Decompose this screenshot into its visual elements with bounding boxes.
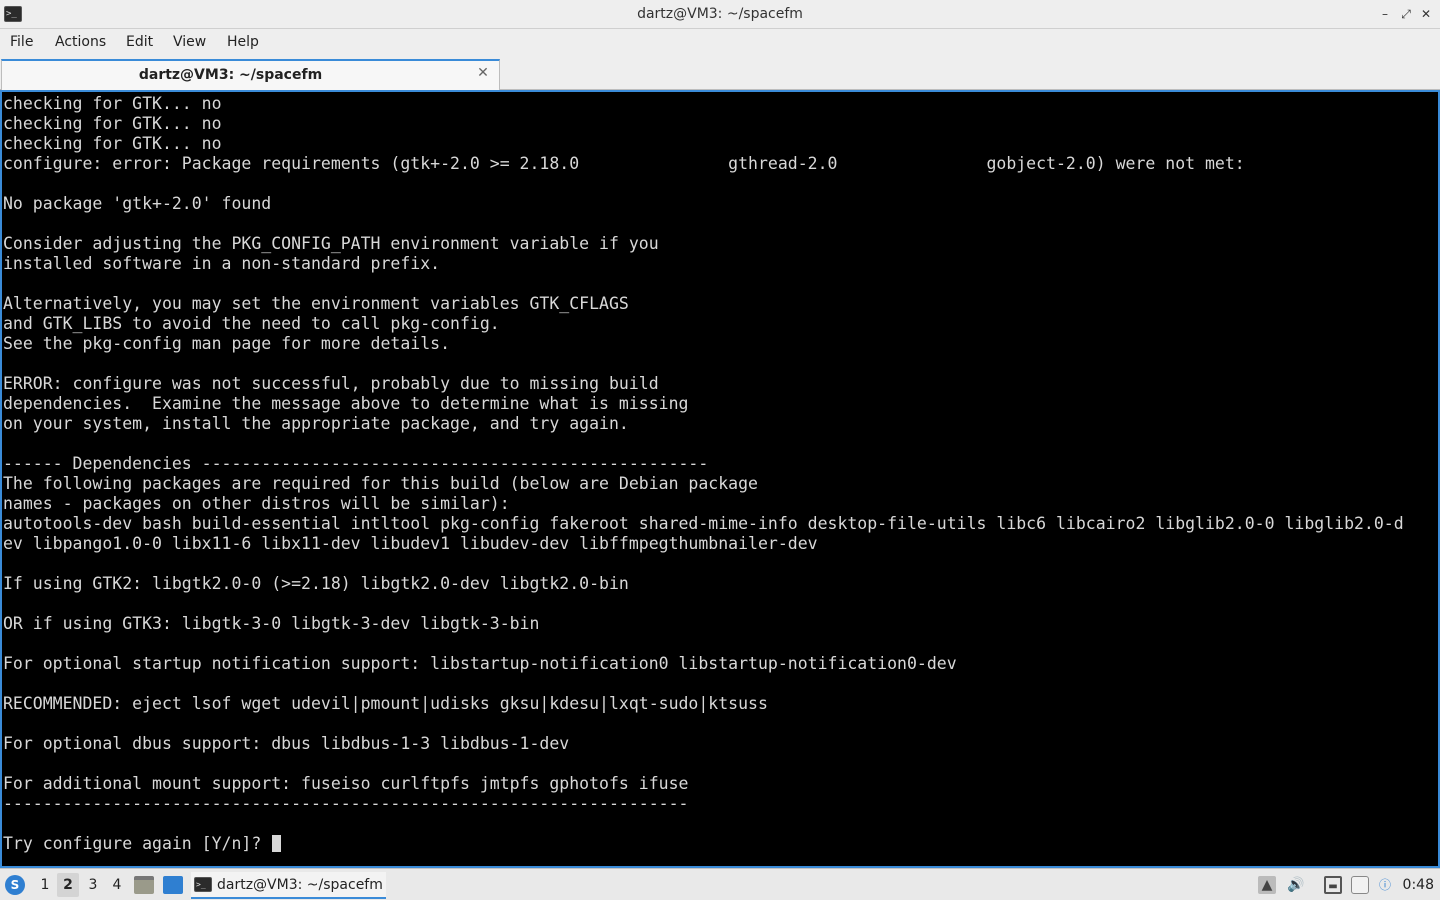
terminal-line-text: installed software in a non-standard pre…: [3, 254, 441, 273]
menu-actions[interactable]: Actions: [54, 29, 107, 56]
clipboard-icon[interactable]: [1351, 876, 1369, 894]
terminal-line: checking for GTK... no: [3, 114, 1438, 134]
workspace-4[interactable]: 4: [106, 873, 128, 897]
tab-close-icon[interactable]: ✕: [475, 65, 491, 81]
menu-edit[interactable]: Edit: [125, 29, 154, 56]
terminal-line-text: ERROR: configure was not successful, pro…: [3, 374, 659, 393]
terminal-line: autotools-dev bash build-essential intlt…: [3, 514, 1438, 534]
terminal-line-text: If using GTK2: libgtk2.0-0 (>=2.18) libg…: [3, 574, 629, 593]
terminal-line-text: dependencies. Examine the message above …: [3, 394, 689, 413]
terminal-line-text: For optional dbus support: dbus libdbus-…: [3, 734, 570, 753]
update-notifier-icon[interactable]: ⓘ: [1376, 876, 1394, 894]
terminal-line-text: ev libpango1.0-0 libx11-6 libx11-dev lib…: [3, 534, 818, 553]
terminal-line: ERROR: configure was not successful, pro…: [3, 374, 1438, 394]
terminal-icon: >_: [194, 877, 212, 892]
taskbar: S 1 2 3 4 >_ dartz@VM3: ~/spacefm ▲ 🔊 ▬ …: [0, 868, 1440, 900]
terminal-line: The following packages are required for …: [3, 474, 1438, 494]
terminal-line-text: checking for GTK... no: [3, 114, 222, 133]
terminal-line-text: See the pkg-config man page for more det…: [3, 334, 451, 353]
terminal-line-text: Consider adjusting the PKG_CONFIG_PATH e…: [3, 234, 659, 253]
terminal-line-text: configure: error: Package requirements (…: [3, 154, 1245, 173]
terminal-line-text: Alternatively, you may set the environme…: [3, 294, 629, 313]
task-label: dartz@VM3: ~/spacefm: [217, 877, 383, 893]
terminal-line: OR if using GTK3: libgtk-3-0 libgtk-3-de…: [3, 614, 1438, 634]
terminal-line-text: Try configure again [Y/n]?: [3, 834, 272, 853]
menu-view[interactable]: View: [172, 29, 207, 56]
terminal-line: No package 'gtk+-2.0' found: [3, 194, 1438, 214]
terminal-line-text: The following packages are required for …: [3, 474, 758, 493]
terminal-line: names - packages on other distros will b…: [3, 494, 1438, 514]
terminal-line: configure: error: Package requirements (…: [3, 154, 1438, 174]
terminal-line: ------ Dependencies --------------------…: [3, 454, 1438, 474]
terminal-line-text: RECOMMENDED: eject lsof wget udevil|pmou…: [3, 694, 768, 713]
terminal-output: checking for GTK... no checking for GTK..…: [3, 94, 1438, 854]
menu-help[interactable]: Help: [226, 29, 260, 56]
terminal-line: For optional startup notification suppor…: [3, 654, 1438, 674]
volume-icon[interactable]: 🔊: [1287, 876, 1305, 894]
terminal-cursor: [272, 835, 282, 852]
terminal-line: Try configure again [Y/n]?: [3, 834, 1438, 854]
terminal-line: Consider adjusting the PKG_CONFIG_PATH e…: [3, 234, 1438, 254]
terminal-line-text: on your system, install the appropriate …: [3, 414, 629, 433]
terminal-line: dependencies. Examine the message above …: [3, 394, 1438, 414]
terminal-line: checking for GTK... no: [3, 134, 1438, 154]
terminal-line: ----------------------------------------…: [3, 794, 1438, 814]
terminal-line: RECOMMENDED: eject lsof wget udevil|pmou…: [3, 694, 1438, 714]
workspace-3[interactable]: 3: [82, 873, 104, 897]
close-button[interactable]: ✕: [1416, 4, 1436, 24]
terminal-line: Alternatively, you may set the environme…: [3, 294, 1438, 314]
taskbar-task-terminal[interactable]: >_ dartz@VM3: ~/spacefm: [191, 872, 386, 899]
menu-bar: File Actions Edit View Help: [0, 29, 1440, 56]
clock[interactable]: 0:48: [1403, 869, 1434, 900]
maximize-button[interactable]: ⤢: [1396, 4, 1416, 24]
window-title: dartz@VM3: ~/spacefm: [637, 6, 803, 22]
workspace-2[interactable]: 2: [57, 873, 79, 897]
notes-icon[interactable]: ▲: [1258, 876, 1276, 894]
terminal-line: installed software in a non-standard pre…: [3, 254, 1438, 274]
terminal-line-text: For additional mount support: fuseiso cu…: [3, 774, 689, 793]
tab-terminal[interactable]: dartz@VM3: ~/spacefm ✕: [1, 59, 500, 90]
show-desktop-icon[interactable]: [163, 876, 183, 894]
terminal-line-text: names - packages on other distros will b…: [3, 494, 510, 513]
network-icon[interactable]: ▬: [1324, 876, 1342, 894]
window-titlebar[interactable]: >_ dartz@VM3: ~/spacefm – ⤢ ✕: [0, 0, 1440, 29]
terminal-line: and GTK_LIBS to avoid the need to call p…: [3, 314, 1438, 334]
terminal-line: For additional mount support: fuseiso cu…: [3, 774, 1438, 794]
tab-label: dartz@VM3: ~/spacefm: [138, 67, 323, 83]
workspace-1[interactable]: 1: [34, 873, 56, 897]
terminal-line-text: OR if using GTK3: libgtk-3-0 libgtk-3-de…: [3, 614, 540, 633]
terminal-line: If using GTK2: libgtk2.0-0 (>=2.18) libg…: [3, 574, 1438, 594]
terminal-line-text: For optional startup notification suppor…: [3, 654, 957, 673]
terminal-line-text: checking for GTK... no: [3, 94, 222, 113]
terminal-line-text: autotools-dev bash build-essential intlt…: [3, 514, 1404, 533]
terminal-line: ev libpango1.0-0 libx11-6 libx11-dev lib…: [3, 534, 1438, 554]
file-manager-launcher-icon[interactable]: [134, 876, 154, 894]
terminal-line: on your system, install the appropriate …: [3, 414, 1438, 434]
terminal-line-text: ------ Dependencies --------------------…: [3, 454, 709, 473]
terminal-line-text: checking for GTK... no: [3, 134, 222, 153]
terminal-line-text: ----------------------------------------…: [3, 794, 689, 813]
terminal-line-text: and GTK_LIBS to avoid the need to call p…: [3, 314, 500, 333]
minimize-button[interactable]: –: [1375, 4, 1395, 24]
terminal-line: checking for GTK... no: [3, 94, 1438, 114]
terminal-view[interactable]: checking for GTK... no checking for GTK..…: [0, 90, 1440, 868]
menu-file[interactable]: File: [9, 29, 34, 56]
tab-bar: dartz@VM3: ~/spacefm ✕: [0, 56, 1440, 90]
terminal-line: See the pkg-config man page for more det…: [3, 334, 1438, 354]
terminal-line: For optional dbus support: dbus libdbus-…: [3, 734, 1438, 754]
terminal-line-text: No package 'gtk+-2.0' found: [3, 194, 272, 213]
lxqt-start-icon[interactable]: S: [5, 875, 25, 895]
